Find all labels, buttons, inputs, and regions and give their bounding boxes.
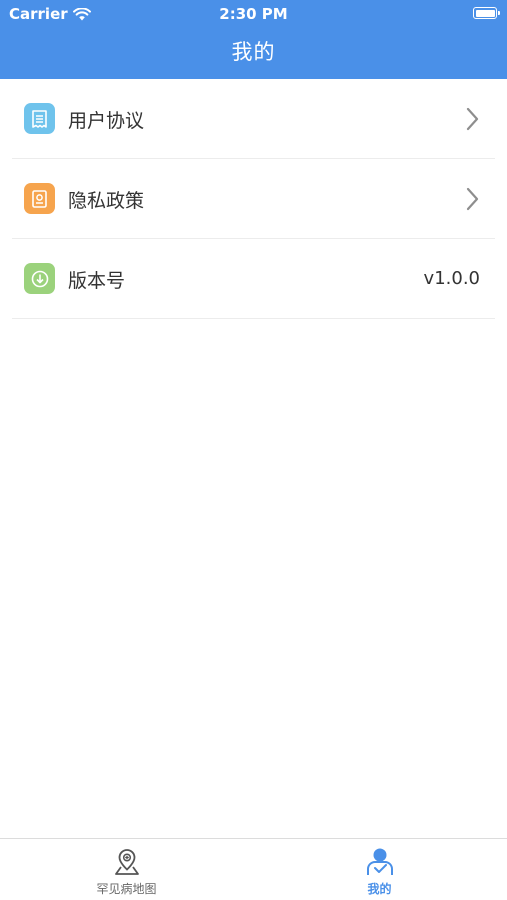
menu-item-version: 版本号 v1.0.0 bbox=[12, 239, 495, 319]
menu-item-label: 用户协议 bbox=[68, 110, 145, 132]
chevron-right-icon bbox=[466, 107, 479, 131]
version-value: v1.0.0 bbox=[423, 268, 480, 289]
map-pin-icon bbox=[114, 849, 139, 875]
chevron-right-icon bbox=[466, 187, 479, 211]
header: Carrier 2:30 PM 我的 bbox=[0, 0, 507, 79]
menu-item-user-agreement[interactable]: 用户协议 bbox=[12, 79, 495, 159]
tab-bar: 罕见病地图 我的 bbox=[0, 838, 507, 900]
battery-icon bbox=[473, 7, 500, 19]
tab-label: 我的 bbox=[367, 882, 392, 896]
tab-rare-disease-map[interactable]: 罕见病地图 bbox=[0, 839, 253, 900]
menu-item-privacy-policy[interactable]: 隐私政策 bbox=[12, 159, 495, 239]
download-icon bbox=[24, 263, 55, 294]
page-title: 我的 bbox=[231, 40, 276, 64]
privacy-document-icon bbox=[24, 183, 55, 214]
clock: 2:30 PM bbox=[219, 5, 288, 23]
status-bar: Carrier 2:30 PM bbox=[0, 0, 507, 28]
tab-label: 罕见病地图 bbox=[96, 882, 157, 896]
menu-item-label: 隐私政策 bbox=[68, 190, 145, 212]
user-icon bbox=[366, 848, 393, 875]
menu-item-label: 版本号 bbox=[68, 270, 126, 292]
tab-mine[interactable]: 我的 bbox=[253, 839, 506, 900]
document-icon bbox=[24, 103, 55, 134]
settings-list: 用户协议 隐私政策 版本号 v1.0.0 bbox=[0, 79, 507, 319]
